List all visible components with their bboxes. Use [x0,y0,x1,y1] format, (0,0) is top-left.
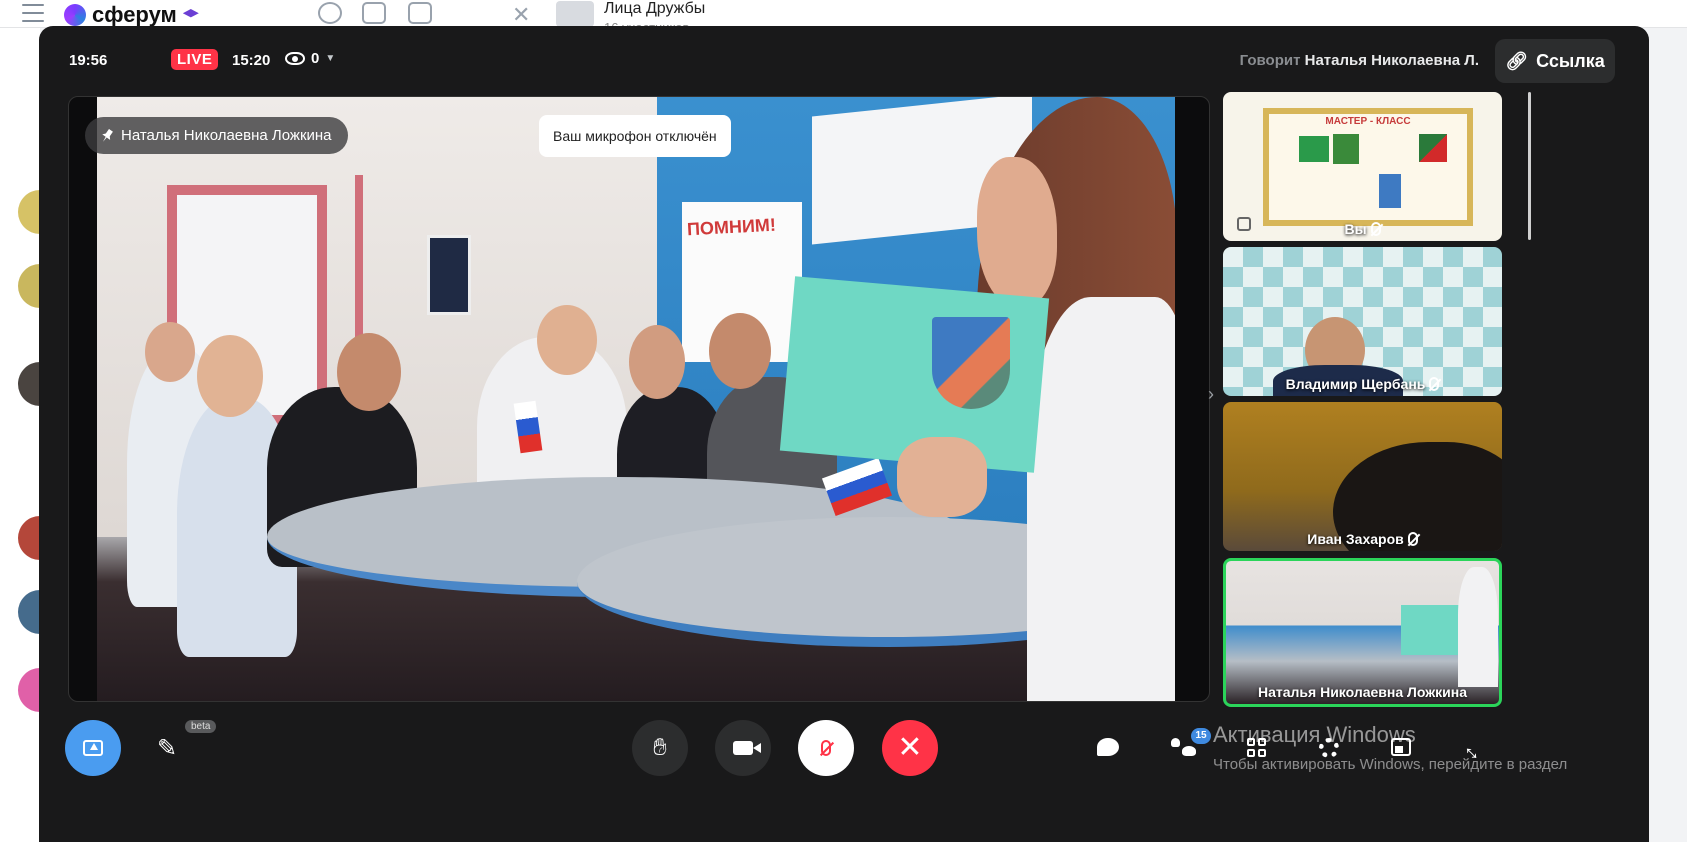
link-button[interactable]: 🔗︎ Ссылка [1495,39,1615,83]
speaking-prefix: Говорит [1239,52,1301,69]
person-head [337,333,401,411]
participant-tile-active[interactable]: Наталья Николаевна Ложкина [1223,558,1502,707]
chat-button[interactable] [1097,738,1119,756]
menu-icon[interactable] [22,4,44,22]
participant-tile[interactable]: Владимир Щербань [1223,247,1502,396]
mic-off-icon [1370,222,1381,236]
pin-icon [98,126,116,144]
link-button-label: Ссылка [1536,50,1605,71]
call-duration: 15:20 [232,52,271,69]
camera-button[interactable] [715,720,771,776]
participant-label: Владимир Щербань [1223,376,1502,392]
archive-icon[interactable] [362,2,386,24]
logo-mark-icon [64,4,86,26]
participant-label: Наталья Николаевна Ложкина [1226,684,1499,700]
mic-off-icon [1429,377,1440,391]
background-sidebar [0,28,62,842]
speaking-name: Наталья Николаевна Л. [1304,52,1479,69]
person-head [629,325,685,399]
slide-flag [1299,136,1329,162]
chat-icon [1097,738,1119,756]
pinned-participant-name: Наталья Николаевна Ложкина [121,127,332,144]
participant-name: Иван Захаров [1307,531,1404,547]
screen-share-button[interactable] [65,720,121,776]
participant-name: Наталья Николаевна Ложкина [1257,684,1467,700]
chevron-down-icon: ▼ [325,53,336,64]
wall-picture [427,235,471,315]
viewers-count: 0 [311,50,320,67]
main-video[interactable]: ПОМНИМ! Ваш микрофон отключён Наталья Ни… [68,96,1210,702]
presenter-hand [897,437,987,517]
video-frame: ПОМНИМ! Ваш микрофон отключён [97,97,1175,701]
participants-count-badge: 15 [1191,728,1211,744]
background-topbar: сферум ✕ Лица Дружбы 16 участников [0,0,1687,35]
participant-name: Вы [1344,221,1367,237]
presenter-body [1027,297,1175,701]
participant-tile-self[interactable]: МАСТЕР - КЛАСС Вы [1223,92,1502,241]
participant-tile[interactable]: Иван Захаров [1223,402,1502,551]
hand-icon: ✋︎ [653,734,667,761]
eye-icon [285,52,305,65]
whiteboard-icon: ✎ [156,734,178,762]
presenter-face [977,157,1057,307]
participant-name: Владимир Щербань [1285,376,1426,392]
person-head [709,313,771,389]
microphone-button[interactable] [798,720,854,776]
link-icon: 🔗︎ [1505,50,1529,71]
mic-off-icon [1407,532,1418,546]
live-badge: LIVE [171,49,219,70]
participants-icon [1182,746,1196,756]
app-logo: сферум [64,2,199,28]
mic-muted-toast: Ваш микрофон отключён [539,115,731,157]
windows-activation-subtitle: Чтобы активировать Windows, перейдите в … [1213,756,1568,773]
slide-title: МАСТЕР - КЛАСС [1325,116,1411,127]
speaking-indicator: Говорит Наталья Николаевна Л. [1240,52,1479,69]
pinned-participant-chip[interactable]: Наталья Николаевна Ложкина [85,117,348,154]
windows-activation-title: Активация Windows [1213,722,1416,747]
slide-emblem [1379,174,1401,208]
participant-label: Вы [1223,221,1502,237]
screen-share-icon [83,740,103,756]
person-head [537,305,597,375]
participants-scrollbar[interactable] [1528,92,1531,240]
viewers-dropdown[interactable]: 0 ▼ [285,50,335,67]
call-header: 19:56 LIVE 15:20 0 ▼ Говорит Наталья Ник… [39,26,1649,96]
camera-icon [733,741,761,755]
graduation-cap-icon [182,9,199,18]
coat-of-arms-shield [932,317,1010,409]
mic-off-icon [821,740,831,756]
call-icon[interactable] [318,2,342,24]
participant-label: Иван Захаров [1223,531,1502,547]
slide-preview: МАСТЕР - КЛАСС [1263,108,1473,226]
compose-icon[interactable] [408,2,432,24]
call-window: 19:56 LIVE 15:20 0 ▼ Говорит Наталья Ник… [39,26,1649,842]
participants-icon [1171,738,1180,747]
close-icon: ✕ [897,731,923,764]
chat-avatar [556,1,594,27]
chevron-right-icon[interactable]: › [1208,384,1214,405]
raise-hand-button[interactable]: ✋︎ [632,720,688,776]
person-head [145,322,195,382]
end-call-button[interactable]: ✕ [882,720,938,776]
chat-title: Лица Дружбы [604,0,706,17]
logo-text: сферум [92,2,177,27]
person-head [197,335,263,417]
slide-flag [1419,134,1447,162]
slide-emblem [1333,134,1359,164]
close-chat-icon[interactable]: ✕ [512,2,530,28]
clock: 19:56 [69,52,108,69]
beta-badge: beta [185,720,217,733]
presenter-body [1458,567,1498,687]
coat-of-arms-sign [1401,605,1461,655]
